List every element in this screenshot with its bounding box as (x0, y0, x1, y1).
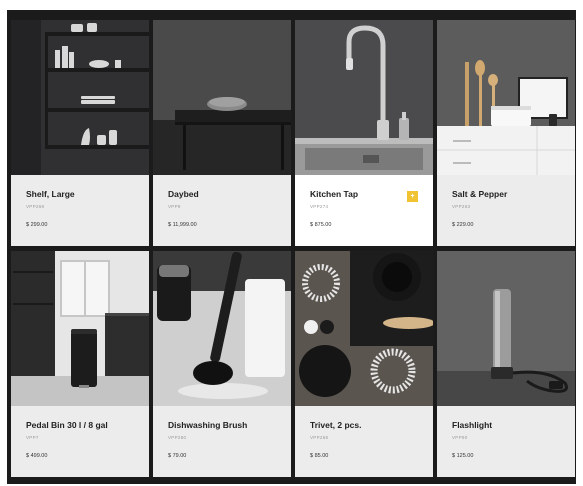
product-info: Dishwashing Brush VPP280 $ 79.00 (153, 406, 291, 477)
product-price: $ 875.00 (310, 222, 332, 228)
product-name[interactable]: Pedal Bin 30 l / 8 gal (26, 420, 108, 430)
product-name[interactable]: Salt & Pepper (452, 189, 507, 199)
product-info: Salt & Pepper VPP263 $ 229.00 (437, 175, 575, 246)
product-image-shelf[interactable] (11, 20, 149, 175)
product-image-salt-pepper[interactable] (437, 20, 575, 175)
product-image-pedal-bin[interactable] (11, 251, 149, 406)
product-price: $ 499.00 (26, 453, 48, 459)
product-image-flashlight[interactable] (437, 251, 575, 406)
product-sku: VPP263 (452, 204, 471, 209)
product-image-kitchen-tap[interactable] (295, 20, 433, 175)
product-name[interactable]: Trivet, 2 pcs. (310, 420, 362, 430)
product-price: $ 79.00 (168, 453, 187, 459)
product-price: $ 229.00 (452, 222, 474, 228)
product-info: Kitchen Tap VPP274 $ 875.00 + (295, 175, 433, 246)
add-to-cart-button[interactable]: + (407, 191, 418, 202)
product-card-pedal-bin[interactable]: Pedal Bin 30 l / 8 gal VPP7 $ 499.00 (11, 251, 149, 477)
product-sku: VPP269 (26, 204, 45, 209)
product-card-daybed[interactable]: Daybed VPP9 $ 11,999.00 (153, 20, 291, 246)
product-card-salt-pepper[interactable]: Salt & Pepper VPP263 $ 229.00 (437, 20, 575, 246)
product-info: Trivet, 2 pcs. VPP268 $ 85.00 (295, 406, 433, 477)
product-image-dishwashing-brush[interactable] (153, 251, 291, 406)
product-price: $ 125.00 (452, 453, 474, 459)
product-sku: VPP90 (452, 435, 468, 440)
product-name[interactable]: Dishwashing Brush (168, 420, 247, 430)
product-image-trivet[interactable] (295, 251, 433, 406)
product-name[interactable]: Daybed (168, 189, 199, 199)
product-card-dishwashing-brush[interactable]: Dishwashing Brush VPP280 $ 79.00 (153, 251, 291, 477)
product-sku: VPP9 (168, 204, 181, 209)
product-card-kitchen-tap[interactable]: Kitchen Tap VPP274 $ 875.00 + (295, 20, 433, 246)
product-price: $ 299.00 (26, 222, 48, 228)
product-image-daybed[interactable] (153, 20, 291, 175)
product-grid-frame: Shelf, Large VPP269 $ 299.00 Daybed VPP9… (7, 10, 576, 484)
product-info: Shelf, Large VPP269 $ 299.00 (11, 175, 149, 246)
product-card-flashlight[interactable]: Flashlight VPP90 $ 125.00 (437, 251, 575, 477)
product-price: $ 11,999.00 (168, 222, 197, 228)
product-sku: VPP268 (310, 435, 329, 440)
product-sku: VPP280 (168, 435, 187, 440)
product-info: Daybed VPP9 $ 11,999.00 (153, 175, 291, 246)
product-name[interactable]: Kitchen Tap (310, 189, 358, 199)
product-name[interactable]: Flashlight (452, 420, 492, 430)
product-info: Flashlight VPP90 $ 125.00 (437, 406, 575, 477)
plus-icon: + (410, 193, 415, 200)
product-sku: VPP274 (310, 204, 329, 209)
product-card-trivet[interactable]: Trivet, 2 pcs. VPP268 $ 85.00 (295, 251, 433, 477)
product-grid: Shelf, Large VPP269 $ 299.00 Daybed VPP9… (11, 20, 575, 477)
product-name[interactable]: Shelf, Large (26, 189, 75, 199)
product-price: $ 85.00 (310, 453, 329, 459)
product-info: Pedal Bin 30 l / 8 gal VPP7 $ 499.00 (11, 406, 149, 477)
product-card-shelf[interactable]: Shelf, Large VPP269 $ 299.00 (11, 20, 149, 246)
product-sku: VPP7 (26, 435, 39, 440)
